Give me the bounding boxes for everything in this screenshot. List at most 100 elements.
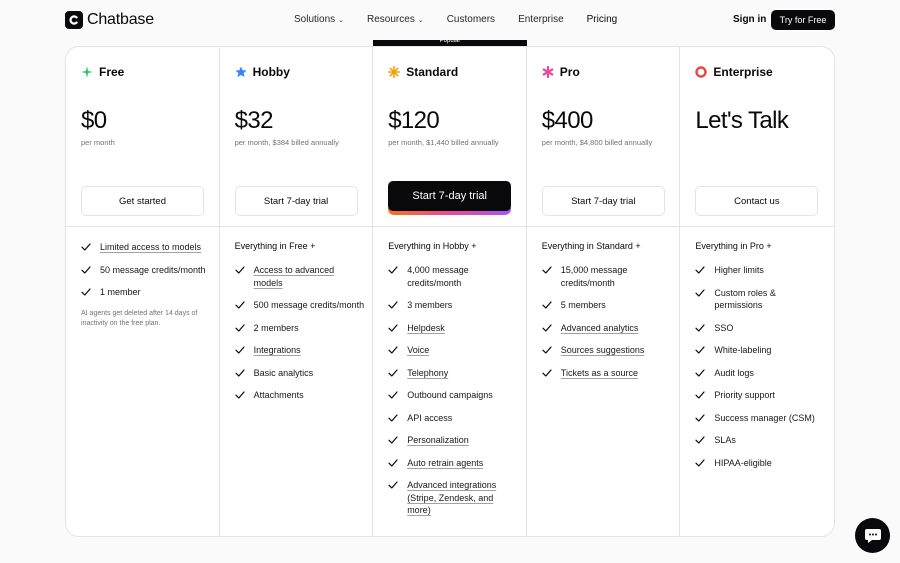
nav-solutions-label: Solutions — [294, 14, 336, 25]
feature-text[interactable]: Advanced analytics — [561, 322, 639, 335]
check-icon — [234, 266, 245, 274]
plan-title: Hobby — [234, 65, 290, 79]
feature-text: Basic analytics — [253, 367, 314, 378]
feature-item[interactable]: Advanced analytics — [542, 322, 672, 335]
plan-title: Standard — [388, 65, 458, 79]
feature-text[interactable]: Access to advanced models — [254, 264, 365, 289]
nav-resources[interactable]: Resources ⌄ — [367, 14, 424, 25]
plan-price: Let's Talk — [695, 107, 789, 134]
sign-in-link[interactable]: Sign in — [733, 14, 766, 25]
feature-text[interactable]: Personalization — [407, 434, 469, 447]
feature-item[interactable]: Tickets as a source — [542, 367, 672, 380]
nav-enterprise[interactable]: Enterprise — [518, 14, 564, 25]
feature-item[interactable]: Access to advanced models — [234, 264, 365, 289]
plan-name: Free — [99, 65, 125, 79]
feature-text[interactable]: Sources suggestions — [561, 344, 645, 357]
free-cta-button[interactable]: Get started — [81, 186, 204, 216]
plan-header: Enterprise Let's Talk Contact us — [680, 47, 834, 227]
feature-text: Higher limits — [714, 265, 764, 275]
plan-billing: per month, $1,440 billed annually — [388, 138, 499, 147]
feature-item: 50 message credits/month — [81, 264, 211, 277]
feature-item: Outbound campaigns — [388, 389, 518, 402]
nav-resources-label: Resources — [367, 14, 415, 25]
feature-item[interactable]: Helpdesk — [388, 322, 518, 335]
check-icon — [695, 346, 705, 354]
pricing-table: Free $0 per month Get started Limited acc… — [65, 46, 835, 537]
feature-item: HIPAA-eligible — [695, 457, 825, 470]
feature-item[interactable]: Personalization — [388, 434, 518, 447]
feature-text[interactable]: Helpdesk — [407, 322, 445, 335]
standard-trial-button[interactable]: Start 7-day trial — [388, 181, 512, 211]
feature-text: White-labeling — [714, 345, 772, 355]
check-icon — [542, 346, 552, 354]
nav-solutions[interactable]: Solutions ⌄ — [294, 14, 344, 25]
burst-icon — [388, 66, 401, 78]
check-icon — [234, 323, 245, 332]
feature-item: 5 members — [542, 299, 672, 312]
feature-item[interactable]: Auto retrain agents — [388, 457, 518, 470]
feature-item: SLAs — [695, 434, 825, 447]
feature-heading: Everything in Standard + — [541, 241, 641, 251]
check-icon — [234, 346, 245, 354]
feature-item: Higher limits — [695, 264, 825, 277]
feature-text: Outbound campaigns — [407, 390, 493, 400]
plan-title: Enterprise — [695, 65, 773, 79]
feature-item[interactable]: Advanced integrations (Stripe, Zendesk, … — [388, 479, 518, 517]
check-icon — [695, 458, 705, 467]
check-icon — [695, 436, 705, 444]
feature-list: Everything in Free + Access to advanced … — [235, 241, 365, 412]
feature-text[interactable]: Telephony — [407, 367, 448, 380]
check-icon — [695, 266, 705, 274]
feature-item[interactable]: Limited access to models — [81, 241, 211, 254]
check-icon — [695, 391, 705, 399]
feature-item: 4,000 message credits/month — [388, 264, 518, 289]
plan-price: $32 — [234, 107, 274, 134]
feature-text: Audit logs — [714, 367, 754, 378]
feature-text[interactable]: Integrations — [254, 344, 301, 357]
feature-text: 500 message credits/month — [253, 300, 365, 310]
chatbase-logo-icon — [65, 11, 83, 29]
nav-pricing[interactable]: Pricing — [587, 14, 618, 25]
nav-customers[interactable]: Customers — [447, 14, 495, 25]
check-icon — [388, 346, 398, 354]
feature-text: 50 message credits/month — [100, 264, 206, 275]
feature-heading: Everything in Hobby + — [388, 241, 477, 251]
check-icon — [81, 265, 91, 274]
plan-price: $120 — [388, 107, 440, 134]
feature-item: Success manager (CSM) — [695, 412, 825, 425]
check-icon — [234, 391, 245, 399]
feature-item[interactable]: Voice — [388, 344, 518, 357]
feature-list: Everything in Pro + Higher limits Custom… — [695, 241, 825, 479]
chevron-down-icon: ⌄ — [338, 16, 345, 24]
feature-text[interactable]: Limited access to models — [100, 241, 201, 254]
enterprise-cta-button[interactable]: Contact us — [695, 186, 819, 216]
pro-cta-button[interactable]: Start 7-day trial — [541, 186, 665, 216]
plan-column-free: Free $0 per month Get started Limited acc… — [66, 47, 220, 536]
check-icon — [388, 436, 398, 444]
feature-text[interactable]: Voice — [407, 344, 429, 357]
check-icon — [388, 368, 398, 377]
feature-text: Attachments — [253, 390, 304, 400]
feature-item[interactable]: Telephony — [388, 367, 518, 380]
feature-list: Everything in Hobby + 4,000 message cred… — [388, 241, 518, 527]
check-icon — [542, 323, 552, 332]
check-icon — [388, 481, 398, 489]
check-icon — [388, 413, 398, 422]
feature-text: 2 members — [253, 322, 299, 333]
ring-icon — [695, 66, 708, 78]
feature-item[interactable]: Integrations — [234, 344, 365, 357]
check-icon — [388, 266, 398, 274]
check-icon — [695, 368, 705, 377]
feature-text[interactable]: Advanced integrations (Stripe, Zendesk, … — [407, 479, 518, 517]
feature-text[interactable]: Auto retrain agents — [407, 457, 483, 470]
check-icon — [234, 368, 245, 377]
check-icon — [388, 323, 398, 332]
feature-item[interactable]: Sources suggestions — [542, 344, 672, 357]
feature-heading: Everything in Pro + — [695, 241, 772, 251]
try-for-free-button[interactable]: Try for Free — [771, 10, 835, 30]
nav-links: Solutions ⌄ Resources ⌄ Customers Enterp… — [294, 14, 640, 25]
hobby-cta-button[interactable]: Start 7-day trial — [234, 186, 358, 216]
feature-text[interactable]: Tickets as a source — [561, 367, 638, 380]
brand-logo[interactable]: Chatbase — [65, 11, 154, 29]
chat-widget-button[interactable] — [855, 518, 890, 553]
